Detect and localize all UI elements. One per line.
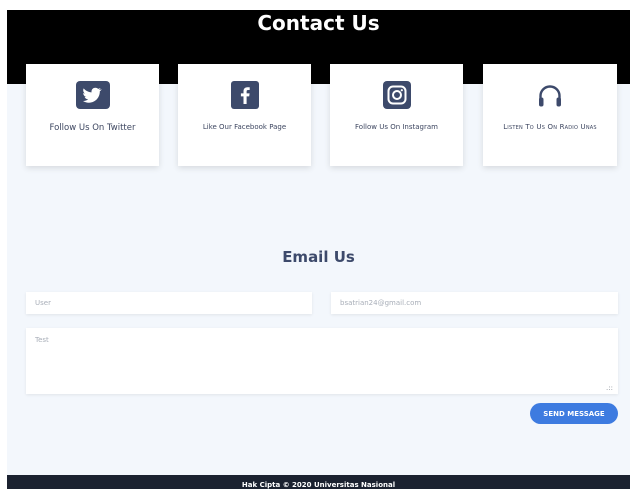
footer-copyright: Hak Cipta © 2020 Universitas Nasional xyxy=(241,481,396,489)
contact-page: Contact Us Follow Us On Twitter Like Our… xyxy=(0,0,630,489)
twitter-icon xyxy=(75,81,111,109)
email-input[interactable] xyxy=(331,292,618,314)
instagram-card[interactable]: Follow Us On Instagram xyxy=(330,64,463,166)
send-message-button[interactable]: SEND MESSAGE xyxy=(530,403,618,424)
radio-card-label: Listen To Us On Radio Unas xyxy=(503,123,597,131)
page-title: Contact Us xyxy=(257,11,380,35)
footer: Hak Cipta © 2020 Universitas Nasional xyxy=(7,475,630,489)
facebook-card[interactable]: Like Our Facebook Page xyxy=(178,64,311,166)
user-input[interactable] xyxy=(26,292,312,314)
instagram-card-label: Follow Us On Instagram xyxy=(355,123,438,131)
radio-card[interactable]: Listen To Us On Radio Unas xyxy=(483,64,617,166)
facebook-card-label: Like Our Facebook Page xyxy=(202,123,287,131)
headphones-icon xyxy=(532,81,568,109)
facebook-icon xyxy=(227,81,263,109)
message-textarea[interactable] xyxy=(26,328,618,394)
twitter-card-label: Follow Us On Twitter xyxy=(49,123,136,133)
resize-handle-icon[interactable]: .:: xyxy=(606,385,613,392)
email-section-title: Email Us xyxy=(282,248,355,266)
twitter-card[interactable]: Follow Us On Twitter xyxy=(26,64,159,166)
instagram-icon xyxy=(379,81,415,109)
